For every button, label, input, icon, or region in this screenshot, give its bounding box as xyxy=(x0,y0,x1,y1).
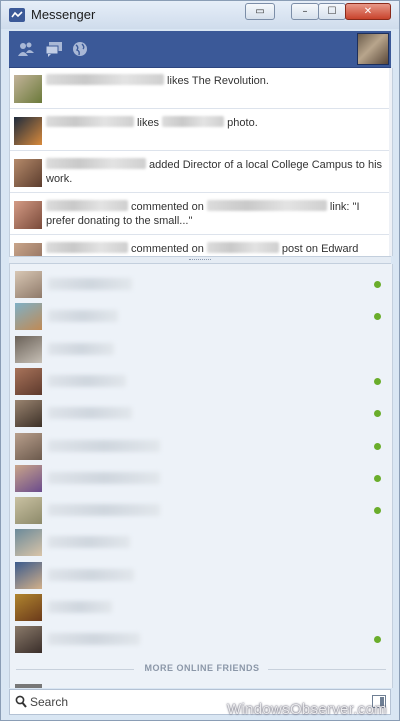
friend-avatar xyxy=(15,561,42,589)
friend-row[interactable] xyxy=(10,462,392,494)
blurred-name xyxy=(46,200,128,211)
friend-row[interactable] xyxy=(10,268,392,300)
blurred-friend-name xyxy=(48,633,140,646)
friend-row[interactable] xyxy=(10,494,392,526)
ticker-action: likes xyxy=(134,117,163,129)
blurred-friend-name xyxy=(48,407,132,420)
online-status-icon xyxy=(374,410,381,418)
profile-avatar[interactable] xyxy=(357,33,389,65)
ticker-story: photo. xyxy=(224,117,258,129)
pane-resize-handle[interactable] xyxy=(9,256,391,264)
ticker-avatar[interactable] xyxy=(14,117,42,145)
messenger-window: Messenger ▭ – ☐ ✕ commented on post on E… xyxy=(0,0,400,721)
ticker-avatar[interactable] xyxy=(14,75,42,103)
blurred-friend-name xyxy=(48,536,130,549)
friend-avatar xyxy=(15,464,42,492)
divider-line xyxy=(16,669,134,670)
watermark: WindowsObserver.com xyxy=(227,701,387,718)
friend-avatar xyxy=(15,367,42,395)
blurred-name xyxy=(46,116,134,127)
blurred-friend-name xyxy=(48,568,134,581)
friend-avatar xyxy=(15,432,42,460)
friend-avatar[interactable] xyxy=(15,684,42,688)
ticker-text: added Director of a local College Campus… xyxy=(46,158,382,186)
friends-icon[interactable] xyxy=(17,41,35,57)
friend-row[interactable] xyxy=(10,430,392,462)
friends-list[interactable]: MORE ONLINE FRIENDS xyxy=(9,264,393,688)
messenger-header xyxy=(9,31,391,68)
ticker-action: commented on xyxy=(128,243,207,255)
resize-grip xyxy=(189,259,211,262)
blurred-friend-name xyxy=(48,374,126,387)
blurred-name xyxy=(206,242,279,253)
ticker-text: likes The Revolution. xyxy=(46,74,382,88)
maximize-button[interactable]: ☐ xyxy=(318,3,346,20)
friend-avatar xyxy=(15,303,42,331)
friend-avatar xyxy=(15,400,42,428)
friend-row[interactable] xyxy=(10,526,392,558)
blurred-name xyxy=(206,200,327,211)
ticker-story: likes The Revolution. xyxy=(164,75,269,87)
popout-button[interactable]: ▭ xyxy=(245,3,275,20)
friend-row[interactable] xyxy=(10,591,392,623)
friend-avatar xyxy=(15,529,42,557)
friend-avatar xyxy=(15,594,42,621)
window-title: Messenger xyxy=(31,7,96,22)
ticker-avatar[interactable] xyxy=(14,159,42,187)
ticker-item[interactable]: added Director of a local College Campus… xyxy=(10,152,392,193)
online-status-icon xyxy=(374,313,381,321)
divider-line xyxy=(268,669,386,670)
blurred-friend-name xyxy=(48,601,112,613)
ticker-item[interactable]: commented on post on Edward xyxy=(10,236,392,256)
blurred-name xyxy=(46,158,146,169)
ticker-text: commented on link: "I prefer donating to… xyxy=(46,200,382,228)
ticker-item[interactable]: commented on link: "I prefer donating to… xyxy=(10,194,392,235)
search-icon xyxy=(15,695,27,708)
blurred-name xyxy=(46,74,164,85)
friend-row[interactable] xyxy=(10,365,392,397)
title-bar[interactable]: Messenger ▭ – ☐ ✕ xyxy=(1,1,399,29)
ticker-action: commented on xyxy=(128,201,207,213)
blurred-friend-name xyxy=(48,342,114,355)
friend-avatar xyxy=(15,271,42,298)
close-button[interactable]: ✕ xyxy=(345,3,391,20)
friend-row[interactable] xyxy=(10,333,392,365)
ticker-avatar[interactable] xyxy=(14,201,42,229)
ticker-scrollbar[interactable] xyxy=(389,68,392,256)
online-status-icon xyxy=(374,507,381,515)
ticker-avatar[interactable] xyxy=(14,243,42,256)
ticker-item[interactable]: likes photo. xyxy=(10,110,392,151)
blurred-friend-name xyxy=(48,278,132,290)
messages-icon[interactable] xyxy=(45,41,63,57)
online-status-icon xyxy=(374,377,381,385)
blurred-friend-name xyxy=(48,310,118,323)
globe-icon[interactable] xyxy=(71,41,89,57)
blurred-friend-name xyxy=(48,471,160,484)
blurred-friend-name xyxy=(48,439,160,452)
friend-avatar xyxy=(15,335,42,363)
more-online-friends-label: MORE ONLINE FRIENDS xyxy=(144,663,260,673)
friend-row[interactable] xyxy=(10,397,392,429)
online-status-icon xyxy=(374,281,381,288)
ticker-text: commented on post on Edward xyxy=(46,242,382,256)
blurred-friend-name xyxy=(48,504,160,517)
friend-avatar xyxy=(15,497,42,525)
blurred-name xyxy=(162,116,225,127)
activity-ticker[interactable]: commented on post on Edward commented on… xyxy=(9,68,393,256)
friend-row[interactable] xyxy=(10,623,392,655)
minimize-button[interactable]: – xyxy=(291,3,319,20)
online-status-icon xyxy=(374,442,381,450)
online-status-icon xyxy=(374,636,381,644)
ticker-story: post on Edward xyxy=(278,243,359,255)
online-status-icon xyxy=(374,474,381,482)
blurred-name xyxy=(46,242,128,253)
friend-row[interactable] xyxy=(10,300,392,332)
messenger-app-icon xyxy=(9,8,25,22)
ticker-text: likes photo. xyxy=(46,116,382,130)
friend-row[interactable] xyxy=(10,559,392,591)
more-online-friends-divider: MORE ONLINE FRIENDS xyxy=(10,662,392,676)
ticker-item[interactable]: likes The Revolution. xyxy=(10,68,392,109)
friend-avatar xyxy=(15,626,42,654)
